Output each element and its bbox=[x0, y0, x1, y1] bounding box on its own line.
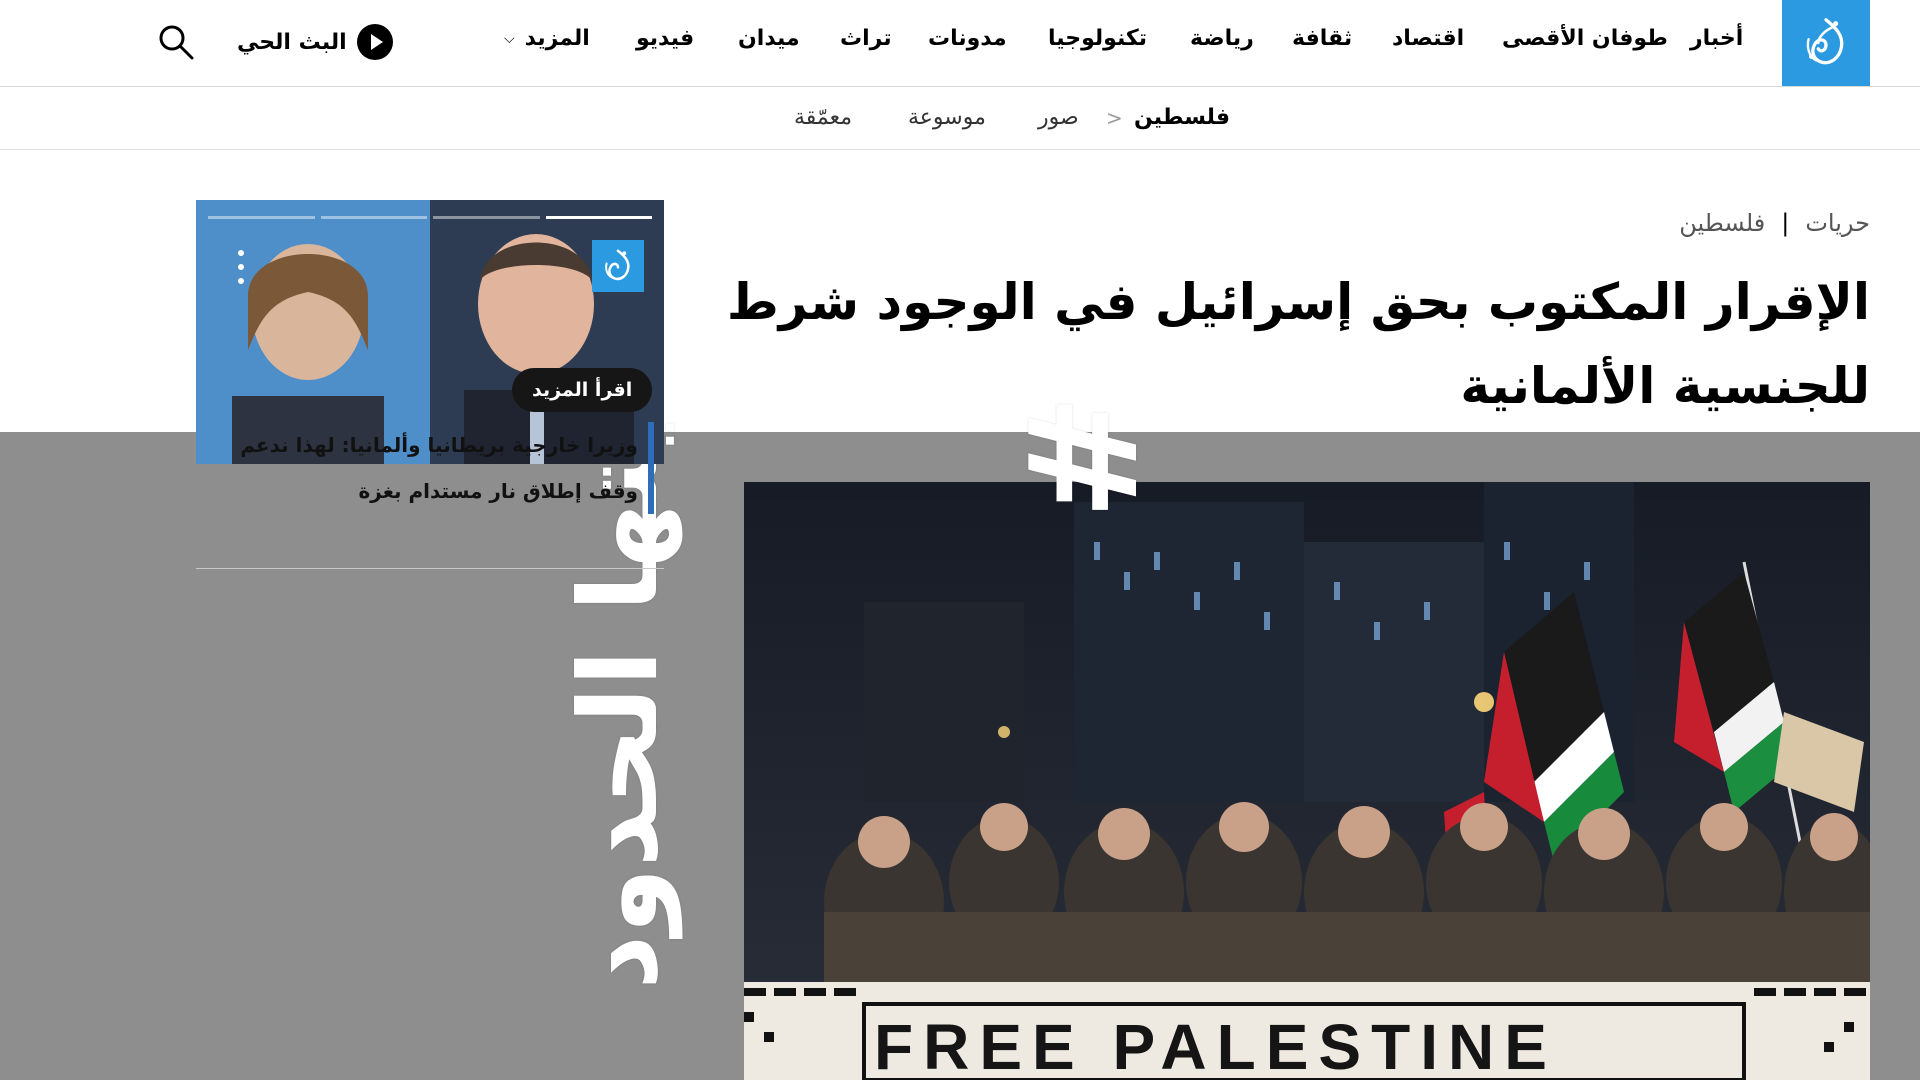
section-subnav: فلسطين > صور موسوعة معمّقة bbox=[0, 87, 1920, 150]
nav-item-blogs[interactable]: مدونات bbox=[928, 22, 1007, 56]
subnav-item-encyclopedia[interactable]: موسوعة bbox=[908, 101, 986, 135]
breadcrumb-separator: | bbox=[1781, 209, 1790, 237]
banner-text: FREE PALESTINE bbox=[874, 1011, 1557, 1080]
play-icon bbox=[356, 24, 393, 60]
chevron-down-icon: ⌵ bbox=[504, 31, 515, 47]
subnav-item-photos[interactable]: صور bbox=[1038, 101, 1079, 135]
top-navigation: أخبار طوفان الأقصى اقتصاد ثقافة رياضة تك… bbox=[0, 0, 1920, 87]
sidebar-divider bbox=[196, 568, 664, 569]
nav-item-aqsa-flood[interactable]: طوفان الأقصى bbox=[1502, 22, 1668, 56]
search-icon bbox=[159, 25, 194, 60]
progress-segment bbox=[320, 216, 427, 219]
more-menu[interactable]: المزيد ⌵ bbox=[504, 22, 590, 56]
nav-item-news[interactable]: أخبار bbox=[1690, 22, 1743, 56]
live-stream-label: البث الحي bbox=[237, 29, 347, 55]
headline-line-1: الإقرار المكتوب بحق إسرائيل في الوجود شر… bbox=[726, 273, 1870, 331]
aljazeera-logo-icon bbox=[1806, 18, 1844, 65]
hero-image: FREE PALESTINE bbox=[744, 482, 1870, 1080]
nav-item-economy[interactable]: اقتصاد bbox=[1392, 22, 1464, 56]
nav-item-video[interactable]: فيديو bbox=[636, 22, 694, 56]
subnav-item-in-depth[interactable]: معمّقة bbox=[794, 101, 852, 135]
protest-illustration bbox=[744, 482, 1870, 1080]
chevron-left-icon: > bbox=[1106, 106, 1123, 130]
breadcrumb: حريات | فلسطين bbox=[1679, 206, 1870, 240]
nav-item-technology[interactable]: تكنولوجيا bbox=[1048, 22, 1147, 56]
breadcrumb-item-freedoms[interactable]: حريات bbox=[1805, 206, 1870, 240]
nav-item-culture[interactable]: ثقافة bbox=[1292, 22, 1352, 56]
breadcrumb-item-palestine[interactable]: فلسطين bbox=[1679, 206, 1765, 240]
article-headline: الإقرار المكتوب بحق إسرائيل في الوجود شر… bbox=[710, 260, 1870, 428]
aljazeera-logo[interactable] bbox=[1782, 0, 1870, 86]
live-stream-button[interactable]: البث الحي bbox=[237, 22, 393, 62]
nav-item-heritage[interactable]: تراث bbox=[840, 22, 892, 56]
nav-item-sports[interactable]: رياضة bbox=[1190, 22, 1254, 56]
campaign-hashtag: # bbox=[998, 394, 1172, 520]
subnav-current-section[interactable]: فلسطين bbox=[1134, 101, 1230, 135]
more-menu-label: المزيد bbox=[524, 26, 590, 51]
more-options-icon[interactable] bbox=[236, 250, 246, 284]
aljazeera-logo-small bbox=[592, 240, 644, 292]
progress-segment bbox=[433, 216, 540, 219]
video-caption[interactable]: وزيرا خارجية بريطانيا وألمانيا: لهذا ندع… bbox=[222, 422, 654, 514]
aljazeera-logo-icon bbox=[605, 249, 630, 281]
nav-item-midan[interactable]: ميدان bbox=[738, 22, 800, 56]
headline-line-2: للجنسية الألمانية bbox=[1460, 357, 1870, 415]
read-more-button[interactable]: اقرأ المزيد bbox=[512, 368, 653, 412]
progress-segment-active bbox=[545, 216, 652, 219]
progress-segment bbox=[208, 216, 315, 219]
story-progress bbox=[208, 216, 652, 220]
search-button[interactable] bbox=[156, 22, 196, 62]
